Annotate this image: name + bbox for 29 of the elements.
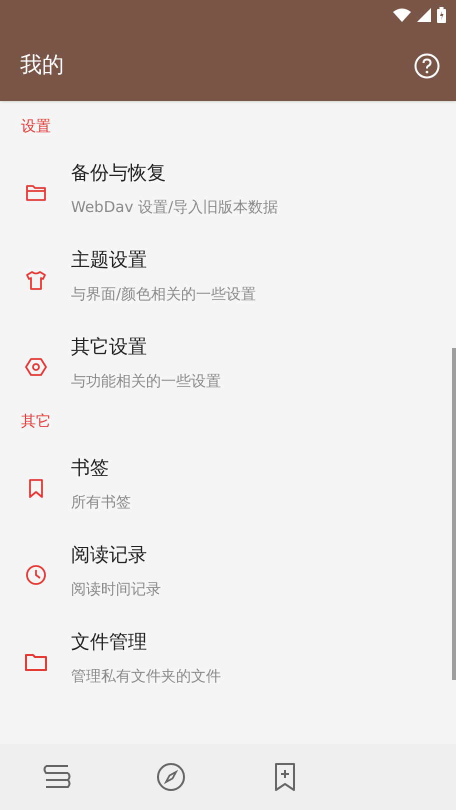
settings-item[interactable]: 书签 所有书签 [0, 440, 456, 527]
section-header: 其它 [20, 411, 52, 432]
item-title: 书签 [71, 456, 110, 480]
compass-icon[interactable] [156, 762, 186, 792]
item-subtitle: 管理私有文件夹的文件 [71, 666, 221, 686]
item-subtitle: 所有书签 [71, 492, 131, 512]
item-subtitle: 阅读时间记录 [71, 578, 161, 598]
settings-item[interactable]: 备份与恢复 WebDav 设置/导入旧版本数据 [0, 145, 456, 232]
settings-item[interactable]: 阅读记录 阅读时间记录 [0, 527, 456, 614]
settings-item[interactable]: 文件管理 管理私有文件夹的文件 [0, 614, 456, 701]
signal-icon [417, 8, 431, 22]
item-title: 文件管理 [71, 630, 148, 654]
clock-icon [25, 564, 47, 586]
item-title: 阅读记录 [71, 542, 148, 566]
wifi-icon [393, 8, 411, 22]
item-subtitle: WebDav 设置/导入旧版本数据 [71, 196, 278, 216]
hexagon-icon [25, 356, 47, 378]
battery-icon [437, 7, 446, 23]
item-title: 其它设置 [71, 334, 148, 358]
section-header: 设置 [20, 116, 52, 137]
item-title: 主题设置 [71, 248, 148, 272]
item-title: 备份与恢复 [71, 160, 167, 184]
help-icon[interactable] [414, 52, 440, 78]
shirt-icon [25, 268, 47, 290]
item-subtitle: 与界面/颜色相关的一些设置 [71, 284, 256, 304]
item-subtitle: 与功能相关的一些设置 [71, 370, 221, 390]
settings-item[interactable]: 主题设置 与界面/颜色相关的一些设置 [0, 232, 456, 319]
settings-item[interactable]: 其它设置 与功能相关的一些设置 [0, 319, 456, 406]
app-title: 我的 [20, 52, 64, 80]
